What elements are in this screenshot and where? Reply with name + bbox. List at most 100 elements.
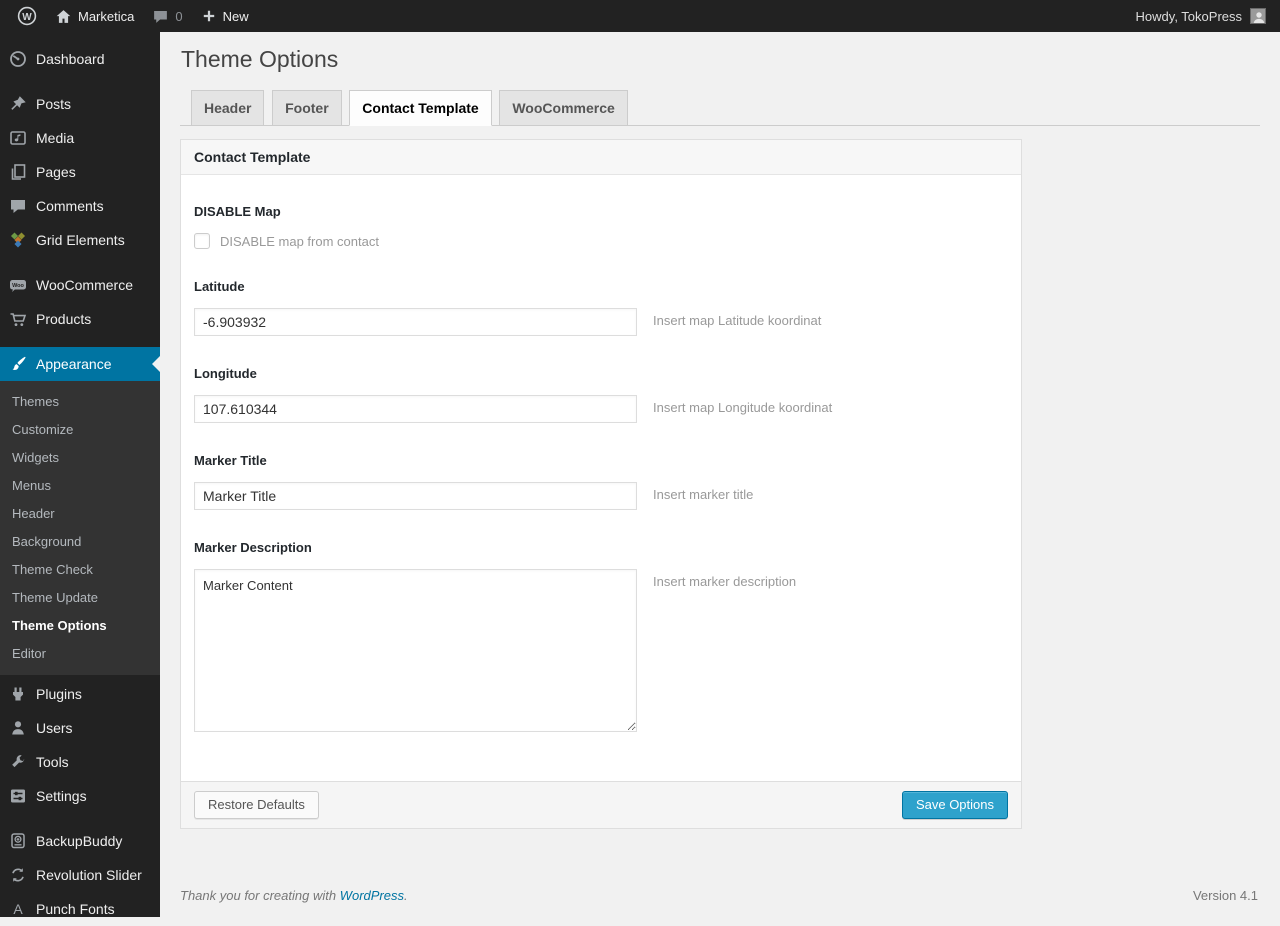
howdy-label[interactable]: Howdy, TokoPress xyxy=(1136,9,1242,24)
longitude-field: Longitude Insert map Longitude koordinat xyxy=(194,365,1008,423)
sidebar-item-tools[interactable]: Tools xyxy=(0,745,160,779)
svg-text:W: W xyxy=(22,12,32,23)
sidebar-item-revolution-slider[interactable]: Revolution Slider xyxy=(0,858,160,892)
wordpress-logo-menu[interactable]: W xyxy=(8,0,46,32)
tab-contact-template[interactable]: Contact Template xyxy=(349,90,492,126)
sidebar-item-comments[interactable]: Comments xyxy=(0,189,160,223)
save-options-button[interactable]: Save Options xyxy=(901,791,1008,819)
letter-a-icon: A xyxy=(8,899,28,919)
sidebar-item-dashboard[interactable]: Dashboard xyxy=(0,42,160,76)
sidebar-item-label: Users xyxy=(36,720,73,736)
sidebar-item-label: Settings xyxy=(36,788,87,804)
tab-footer[interactable]: Footer xyxy=(272,90,342,126)
woocommerce-icon: Woo xyxy=(8,275,28,295)
cart-icon xyxy=(8,309,28,329)
pushpin-icon xyxy=(8,94,28,114)
dashboard-icon xyxy=(8,49,28,69)
marker-description-textarea[interactable]: Marker Content xyxy=(194,569,637,732)
appearance-submenu: Themes Customize Widgets Menus Header Ba… xyxy=(0,381,160,675)
footer-thanks: Thank you for creating with WordPress. xyxy=(180,888,408,903)
backupbuddy-icon xyxy=(8,831,28,851)
tab-header[interactable]: Header xyxy=(191,90,265,126)
site-name-menu[interactable]: Marketica xyxy=(46,0,143,32)
sidebar-item-label: Pages xyxy=(36,164,76,180)
sidebar-item-label: Comments xyxy=(36,198,104,214)
sidebar-item-posts[interactable]: Posts xyxy=(0,87,160,121)
sidebar-item-grid-elements[interactable]: Grid Elements xyxy=(0,223,160,257)
sidebar-item-label: WooCommerce xyxy=(36,277,133,293)
wrench-icon xyxy=(8,752,28,772)
sidebar-item-label: Tools xyxy=(36,754,69,770)
submenu-item-widgets[interactable]: Widgets xyxy=(0,444,160,472)
user-icon xyxy=(8,718,28,738)
wordpress-link[interactable]: WordPress xyxy=(340,888,404,903)
submenu-item-theme-update[interactable]: Theme Update xyxy=(0,584,160,612)
sidebar-item-backupbuddy[interactable]: BackupBuddy xyxy=(0,824,160,858)
sidebar-item-label: Plugins xyxy=(36,686,82,702)
sidebar-item-appearance[interactable]: Appearance xyxy=(0,347,160,381)
submenu-item-customize[interactable]: Customize xyxy=(0,416,160,444)
sidebar-item-label: BackupBuddy xyxy=(36,833,123,849)
refresh-arrows-icon xyxy=(8,865,28,885)
user-avatar[interactable] xyxy=(1250,8,1266,24)
disable-map-label: DISABLE Map xyxy=(194,204,281,219)
comment-count: 0 xyxy=(175,8,183,24)
sidebar-item-label: Products xyxy=(36,311,92,327)
sidebar-item-products[interactable]: Products xyxy=(0,302,160,336)
submenu-item-header[interactable]: Header xyxy=(0,500,160,528)
theme-options-tabs: Header Footer Contact Template WooCommer… xyxy=(180,90,1260,126)
page-footer: Thank you for creating with WordPress. V… xyxy=(180,888,1258,903)
submenu-item-theme-options[interactable]: Theme Options xyxy=(0,612,160,640)
disable-map-checkbox[interactable] xyxy=(194,233,210,249)
footer-thanks-prefix: Thank you for creating with xyxy=(180,888,340,903)
marker-title-input[interactable] xyxy=(194,482,637,510)
sidebar-item-label: Grid Elements xyxy=(36,232,125,248)
sidebar-item-label: Revolution Slider xyxy=(36,867,142,883)
sidebar-item-users[interactable]: Users xyxy=(0,711,160,745)
panel-footer: Restore Defaults Save Options xyxy=(180,782,1022,829)
submenu-item-menus[interactable]: Menus xyxy=(0,472,160,500)
comments-icon xyxy=(8,196,28,216)
longitude-label: Longitude xyxy=(194,366,257,381)
version-label: Version 4.1 xyxy=(1192,888,1258,903)
tab-woocommerce[interactable]: WooCommerce xyxy=(499,90,628,126)
page-title: Theme Options xyxy=(181,46,339,72)
admin-sidebar: Dashboard Posts Media Pages Comments Gri… xyxy=(0,32,160,917)
submenu-item-editor[interactable]: Editor xyxy=(0,640,160,668)
site-name-label: Marketica xyxy=(78,8,135,24)
sidebar-item-plugins[interactable]: Plugins xyxy=(0,677,160,711)
plugin-icon xyxy=(8,684,28,704)
submenu-item-background[interactable]: Background xyxy=(0,528,160,556)
longitude-hint: Insert map Longitude koordinat xyxy=(653,400,833,415)
longitude-input[interactable] xyxy=(194,395,637,423)
sidebar-item-label: Posts xyxy=(36,96,72,112)
brush-icon xyxy=(8,354,28,374)
marker-title-field: Marker Title Insert marker title xyxy=(194,452,1008,510)
marker-title-hint: Insert marker title xyxy=(653,487,754,502)
marker-title-label: Marker Title xyxy=(194,453,267,468)
sidebar-item-pages[interactable]: Pages xyxy=(0,155,160,189)
sidebar-item-label: Dashboard xyxy=(36,51,105,67)
new-content-menu[interactable]: New xyxy=(192,0,258,32)
sidebar-item-media[interactable]: Media xyxy=(0,121,160,155)
disable-map-field: DISABLE Map DISABLE map from contact xyxy=(194,203,1008,249)
footer-thanks-suffix: . xyxy=(404,888,408,903)
latitude-input[interactable] xyxy=(194,308,637,336)
submenu-item-theme-check[interactable]: Theme Check xyxy=(0,556,160,584)
sidebar-item-settings[interactable]: Settings xyxy=(0,779,160,813)
restore-defaults-button[interactable]: Restore Defaults xyxy=(194,791,319,819)
panel-body: DISABLE Map DISABLE map from contact Lat… xyxy=(181,175,1021,781)
home-icon xyxy=(55,8,72,25)
marker-description-field: Marker Description Marker Content Insert… xyxy=(194,539,1008,732)
admin-toolbar: W Marketica 0 New Howdy, TokoPress xyxy=(0,0,1280,32)
sidebar-item-woocommerce[interactable]: Woo WooCommerce xyxy=(0,268,160,302)
main-content: Theme Options Header Footer Contact Temp… xyxy=(160,32,1280,917)
submenu-item-themes[interactable]: Themes xyxy=(0,388,160,416)
marker-description-label: Marker Description xyxy=(194,540,312,555)
svg-text:Woo: Woo xyxy=(12,283,24,289)
comments-toolbar-item[interactable]: 0 xyxy=(143,0,191,32)
disable-map-checkbox-label: DISABLE map from contact xyxy=(220,233,379,249)
latitude-field: Latitude Insert map Latitude koordinat xyxy=(194,278,1008,336)
comment-bubble-icon xyxy=(152,8,169,25)
sidebar-item-punch-fonts[interactable]: A Punch Fonts xyxy=(0,892,160,926)
